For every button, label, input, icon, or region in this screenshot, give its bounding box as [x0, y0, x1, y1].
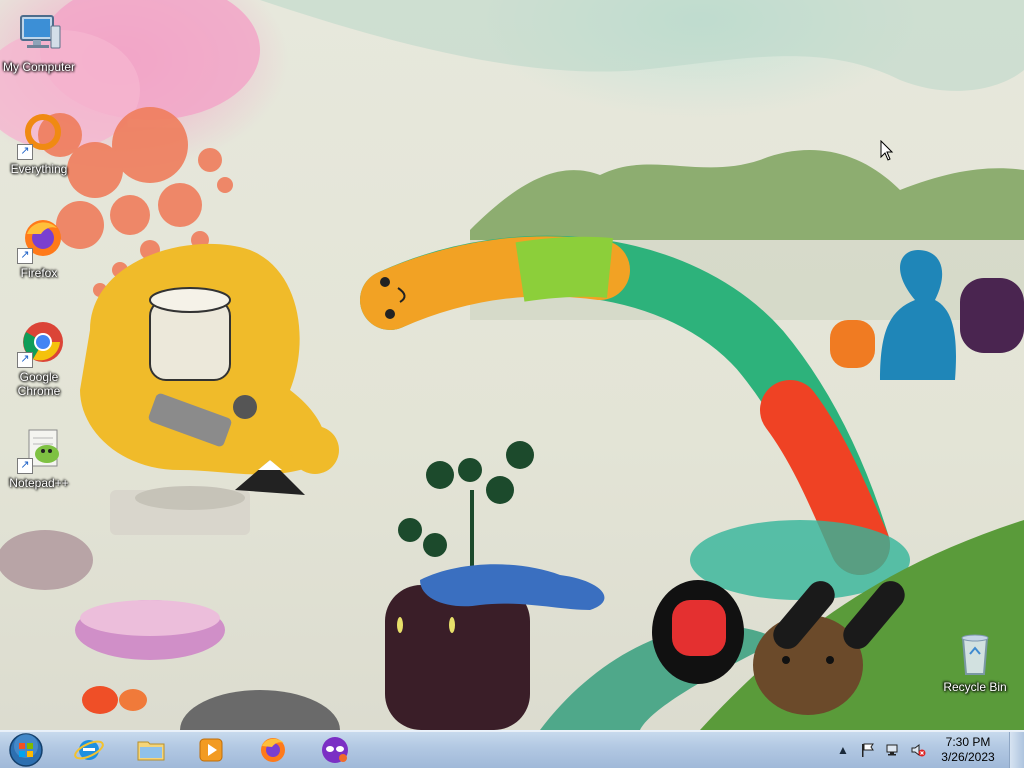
shortcut-arrow-icon: ↗ — [17, 144, 33, 160]
shortcut-arrow-icon: ↗ — [17, 352, 33, 368]
desktop-icon-notepadpp[interactable]: ↗ Notepad++ — [0, 426, 78, 490]
desktop-icon-recycle-bin[interactable]: Recycle Bin — [936, 630, 1014, 694]
desktop-wallpaper — [0, 0, 1024, 730]
start-button[interactable] — [6, 732, 46, 768]
purple-mask-icon — [322, 737, 348, 763]
computer-icon — [15, 10, 63, 58]
show-hidden-icons-button[interactable]: ▲ — [833, 740, 853, 760]
clock-date: 3/26/2023 — [941, 750, 995, 764]
system-tray: ▲ 7:30 PM 3/26/2023 — [833, 731, 1024, 768]
shortcut-arrow-icon: ↗ — [17, 248, 33, 264]
taskbar-firefox[interactable] — [246, 733, 300, 767]
chrome-icon: ↗ — [15, 320, 63, 368]
desktop-icon-my-computer[interactable]: My Computer — [0, 10, 78, 74]
windows-start-orb-icon — [9, 733, 43, 767]
wallpaper-art — [0, 0, 1024, 730]
taskbar: ▲ 7:30 PM 3/26/2023 — [0, 730, 1024, 768]
mouse-cursor-icon — [880, 140, 894, 161]
media-player-icon — [199, 738, 223, 762]
desktop-icon-google-chrome[interactable]: ↗ Google Chrome — [0, 320, 78, 398]
desktop-icon-label: My Computer — [2, 60, 76, 74]
clock-time: 7:30 PM — [945, 735, 991, 749]
taskbar-media-player[interactable] — [184, 733, 238, 767]
action-center-flag-icon[interactable] — [858, 740, 878, 760]
file-explorer-icon — [137, 741, 165, 761]
shortcut-arrow-icon: ↗ — [17, 458, 33, 474]
recycle-bin-icon — [951, 630, 999, 678]
network-icon[interactable] — [883, 740, 903, 760]
taskbar-windows-explorer[interactable] — [124, 733, 178, 767]
taskbar-internet-explorer[interactable] — [62, 733, 116, 767]
notepadpp-icon: ↗ — [15, 426, 63, 474]
desktop-icon-firefox[interactable]: ↗ Firefox — [0, 216, 78, 280]
internet-explorer-icon — [74, 740, 104, 760]
firefox-icon — [261, 738, 285, 762]
desktop-icon-label: Everything — [10, 162, 68, 176]
desktop-icon-label: Firefox — [20, 266, 58, 280]
desktop-icon-label: Recycle Bin — [943, 680, 1007, 694]
desktop-icon-label: Google Chrome — [17, 370, 61, 398]
firefox-icon: ↗ — [15, 216, 63, 264]
volume-muted-icon[interactable] — [908, 740, 928, 760]
show-desktop-button[interactable] — [1009, 732, 1024, 768]
taskbar-clock[interactable]: 7:30 PM 3/26/2023 — [933, 735, 1003, 765]
everything-icon: ↗ — [15, 112, 63, 160]
taskbar-purple-app[interactable] — [308, 733, 362, 767]
desktop-icon-label: Notepad++ — [9, 476, 69, 490]
desktop-icon-everything[interactable]: ↗ Everything — [0, 112, 78, 176]
